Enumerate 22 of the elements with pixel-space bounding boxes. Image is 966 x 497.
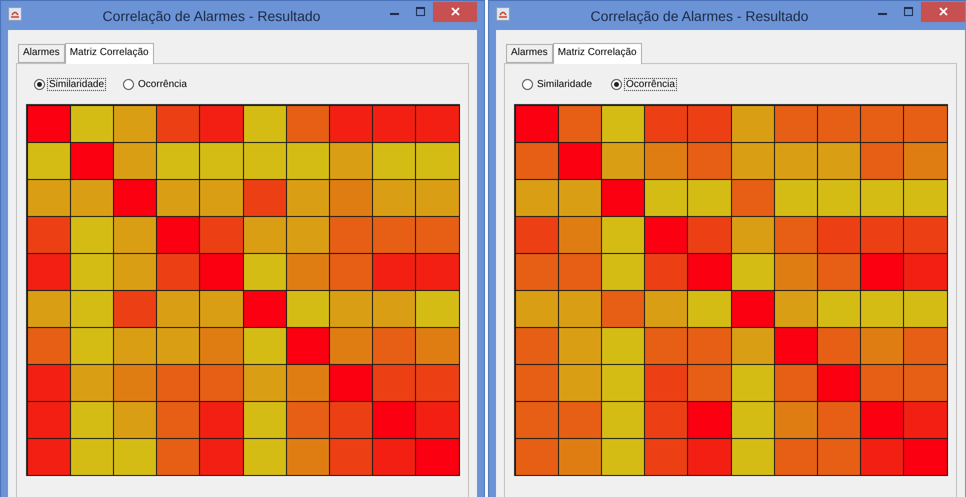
close-button[interactable]: [433, 2, 477, 22]
app-icon: [8, 6, 22, 20]
radio-button[interactable]: [522, 78, 533, 90]
close-icon: [450, 7, 460, 16]
radio-label[interactable]: Ocorrência: [137, 78, 188, 90]
radio-label[interactable]: Ocorrência: [625, 78, 676, 90]
radio-label[interactable]: Similaridade: [536, 78, 594, 90]
radio-button[interactable]: [611, 78, 622, 90]
tab[interactable]: Matriz Correlação: [552, 43, 642, 64]
app-icon: [496, 6, 510, 20]
tab[interactable]: Matriz Correlação: [64, 43, 154, 64]
window-title: Correlação de Alarmes - Resultado: [590, 8, 810, 24]
tab[interactable]: Alarmes: [18, 44, 65, 63]
radio-button[interactable]: [123, 78, 134, 90]
maximize-icon: [904, 7, 912, 16]
close-icon: [938, 7, 948, 16]
maximize-icon: [416, 7, 424, 16]
close-button[interactable]: [921, 2, 965, 22]
window-title: Correlação de Alarmes - Resultado: [102, 8, 322, 24]
radio-label[interactable]: Similaridade: [48, 78, 106, 90]
radio-button[interactable]: [34, 78, 45, 90]
tab[interactable]: Alarmes: [506, 44, 553, 63]
